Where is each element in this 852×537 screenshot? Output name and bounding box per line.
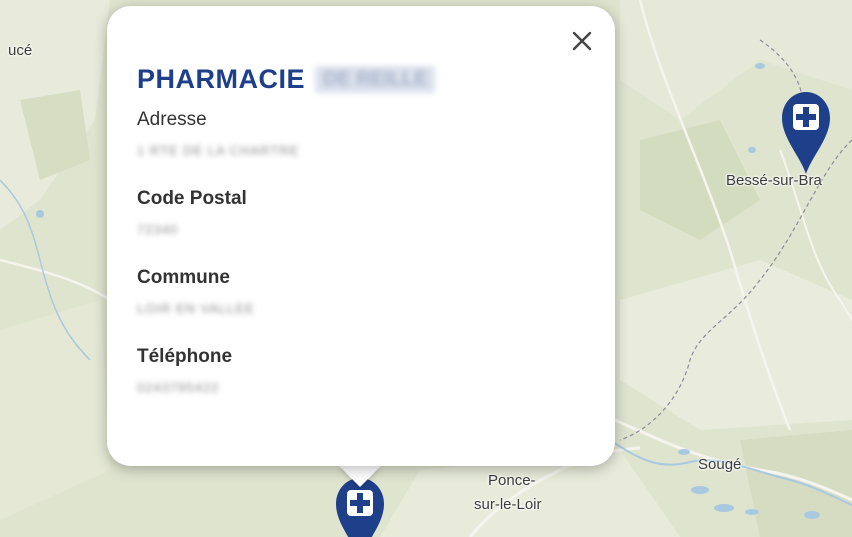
- pharmacy-marker-besse[interactable]: [780, 90, 832, 176]
- field-value-code-postal: 72340: [137, 222, 179, 237]
- field-label-code-postal: Code Postal: [137, 188, 247, 209]
- popup-title: PHARMACIE: [137, 64, 306, 94]
- place-label-souge: Sougé: [698, 456, 742, 473]
- map-canvas[interactable]: ucé Bessé-sur-Bra Ponce- sur-le-Loir Sou…: [0, 0, 852, 537]
- close-icon: [572, 31, 592, 51]
- field-value-commune: LOIR EN VALLEE: [137, 301, 255, 316]
- place-label-pance-line2: sur-le-Loir: [474, 496, 542, 513]
- field-label-commune: Commune: [137, 267, 230, 288]
- popup-title-row: PHARMACIE DE REILLE: [137, 64, 585, 95]
- popup-tip: [338, 465, 382, 487]
- popup-title-redacted: DE REILLE: [315, 66, 436, 93]
- field-label-telephone: Téléphone: [137, 346, 233, 367]
- field-value-telephone: 0243795422: [137, 380, 220, 395]
- pharmacy-info-popup: PHARMACIE DE REILLE Adresse 1 RTE DE LA …: [107, 6, 615, 466]
- close-button[interactable]: [567, 26, 597, 56]
- place-label-pance-line1: Ponce-: [488, 472, 536, 489]
- place-label-uce: ucé: [8, 42, 33, 59]
- field-label-adresse: Adresse: [137, 109, 207, 130]
- field-value-adresse: 1 RTE DE LA CHARTRE: [137, 143, 300, 158]
